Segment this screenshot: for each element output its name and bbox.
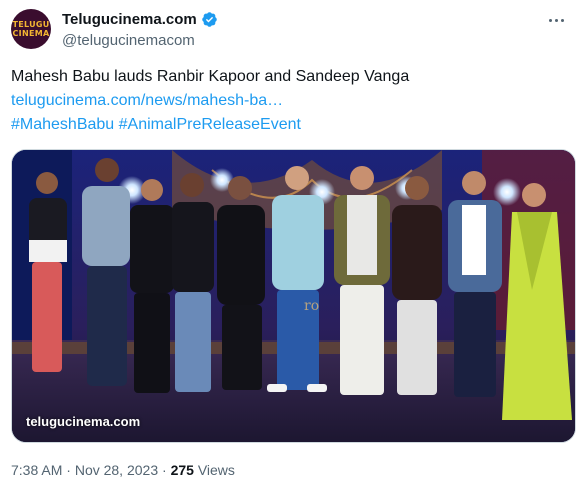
- tweet-time[interactable]: 7:38 AM: [11, 462, 62, 478]
- person-7: [334, 166, 390, 395]
- tweet-hashtags[interactable]: #MaheshBabu #AnimalPreReleaseEvent: [11, 115, 301, 135]
- views-count: 275: [170, 462, 194, 478]
- person-9: [448, 171, 502, 397]
- more-horizontal-icon[interactable]: [544, 10, 568, 30]
- person-3: [130, 179, 174, 393]
- avatar-text-bottom: CINEMA: [12, 29, 50, 38]
- display-name[interactable]: Telugucinema.com: [62, 11, 197, 28]
- meta-separator: ·: [62, 462, 75, 478]
- tweet-meta: 7:38 AM · Nov 28, 2023 · 275 Views: [11, 462, 235, 478]
- meta-separator: ·: [158, 462, 171, 478]
- verified-badge-icon: [202, 12, 217, 27]
- views-label: Views: [193, 462, 235, 478]
- handle[interactable]: @telugucinemacom: [62, 32, 195, 49]
- tweet-photo[interactable]: ro telugucinema.com: [11, 149, 576, 443]
- photo-watermark: telugucinema.com: [26, 414, 141, 429]
- person-4: [172, 173, 214, 392]
- person-8: [392, 176, 442, 395]
- tweet-link[interactable]: telugucinema.com/news/mahesh-ba…: [11, 91, 283, 111]
- avatar[interactable]: TELUGU CINEMA: [11, 9, 51, 49]
- avatar-text-top: TELUGU: [12, 20, 50, 29]
- account-name-row: Telugucinema.com: [62, 11, 218, 28]
- person-2: [82, 158, 130, 386]
- person-5: [217, 176, 265, 390]
- svg-text:ro: ro: [304, 298, 319, 314]
- event-photo-illustration: ro: [12, 150, 575, 442]
- tweet-date[interactable]: Nov 28, 2023: [75, 462, 158, 478]
- tweet-text: Mahesh Babu lauds Ranbir Kapoor and Sand…: [11, 68, 410, 85]
- person-1: [29, 172, 67, 372]
